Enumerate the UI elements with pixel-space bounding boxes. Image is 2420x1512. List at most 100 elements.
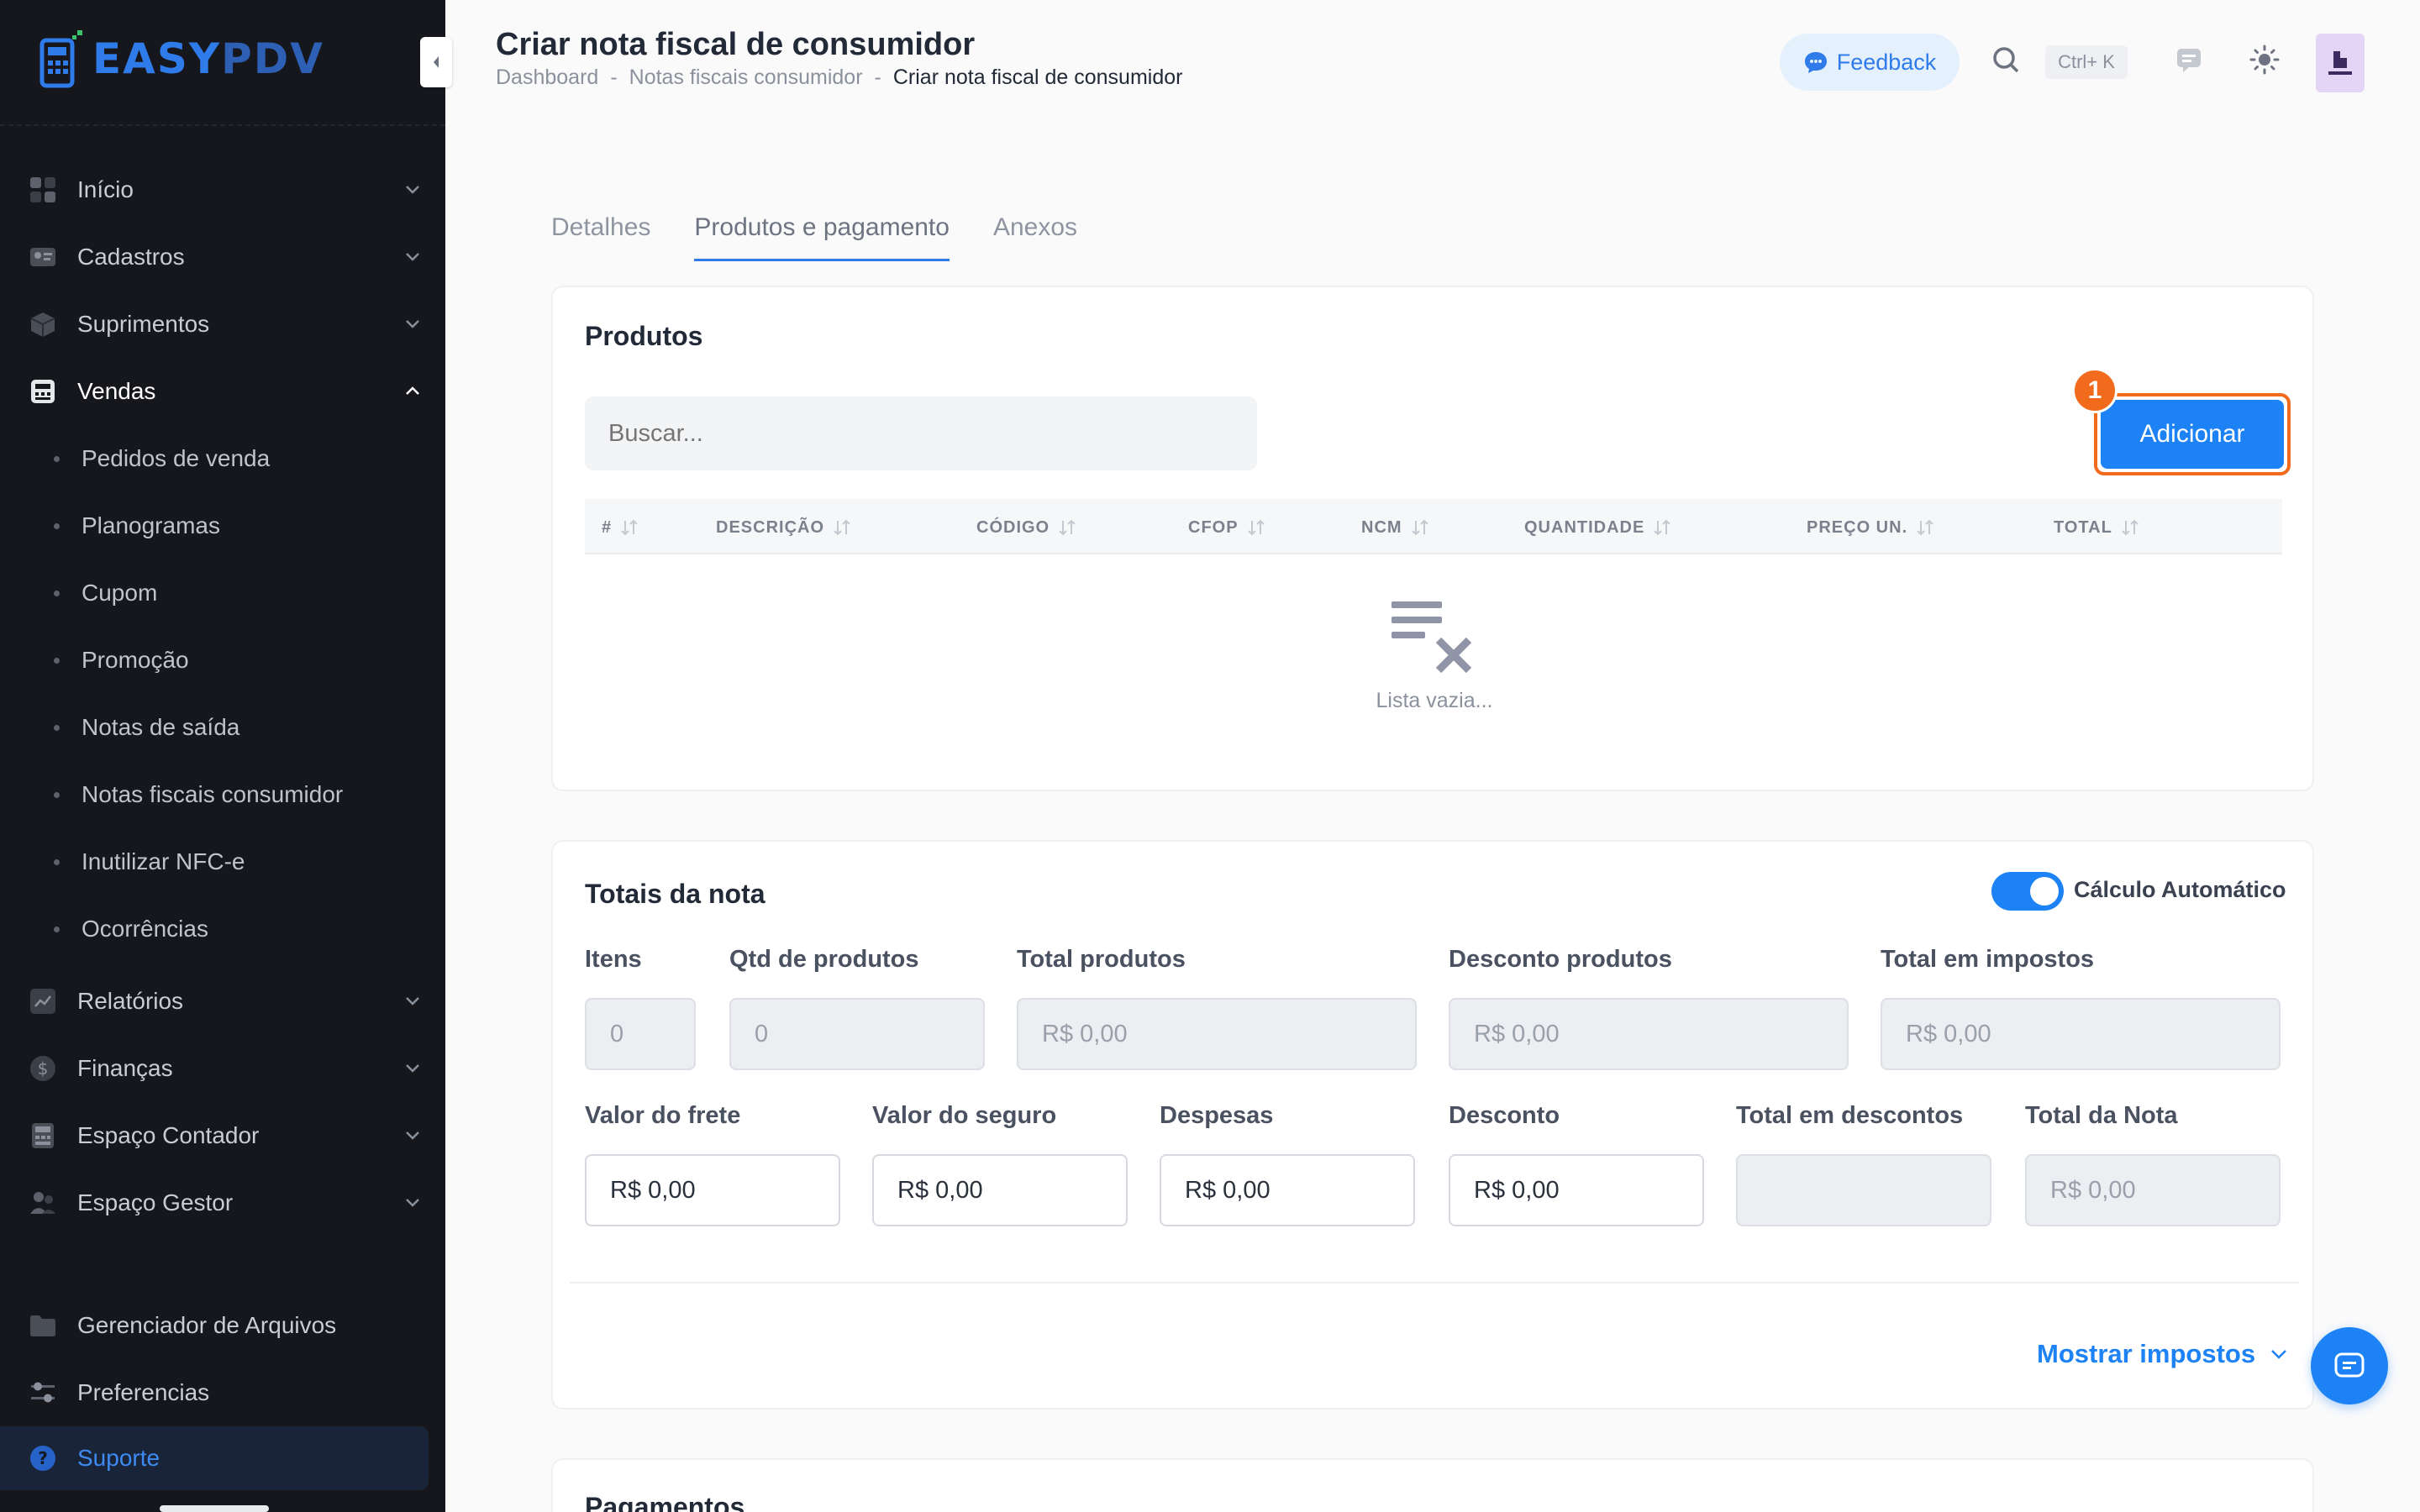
sidebar-scroll-handle[interactable] — [160, 1505, 269, 1512]
sidebar-item-label: Vendas — [77, 378, 156, 404]
breadcrumb: Dashboard - Notas fiscais consumidor - C… — [496, 66, 1182, 90]
sort-icon — [1059, 519, 1076, 536]
sidebar-subitem-cupom[interactable]: Cupom — [0, 559, 445, 627]
column-header-ncm[interactable]: NCM — [1361, 517, 1429, 538]
search-input[interactable] — [585, 396, 1257, 470]
desconto-input[interactable]: R$ 0,00 — [1449, 1154, 1704, 1226]
box-icon — [29, 310, 57, 339]
id-card-icon — [29, 243, 57, 271]
field-label: Despesas — [1160, 1102, 1274, 1129]
bullet-dot — [54, 858, 60, 865]
sidebar-subitem-inutilizar-nfce[interactable]: Inutilizar NFC-e — [0, 828, 445, 895]
field-label: Valor do seguro — [872, 1102, 1057, 1129]
logo-text: EASYPDV — [92, 34, 324, 83]
sidebar-item-vendas[interactable]: Vendas — [0, 358, 445, 425]
valor-seguro-input[interactable]: R$ 0,00 — [872, 1154, 1128, 1226]
sidebar-item-label: Espaço Contador — [77, 1122, 260, 1148]
field-label: Total da Nota — [2025, 1102, 2178, 1129]
sidebar-item-label: Cadastros — [77, 244, 185, 270]
sidebar-item-cadastros[interactable]: Cadastros — [0, 223, 445, 291]
step-badge: 1 — [2072, 368, 2118, 413]
column-header-index[interactable]: # — [602, 517, 639, 538]
sidebar-item-label: Relatórios — [77, 988, 184, 1014]
sidebar-subitem-promocao[interactable]: Promoção — [0, 627, 445, 694]
column-header-quantidade[interactable]: QUANTIDADE — [1524, 517, 1671, 538]
show-taxes-button[interactable]: Mostrar impostos — [2037, 1339, 2289, 1369]
valor-frete-input[interactable]: R$ 0,00 — [585, 1154, 840, 1226]
auto-calc-toggle[interactable] — [1991, 872, 2064, 911]
sidebar-item-gerenciador-de-arquivos[interactable]: Gerenciador de Arquivos — [0, 1292, 445, 1359]
svg-text:?: ? — [38, 1448, 48, 1468]
sidebar-item-label: Início — [77, 176, 134, 202]
breadcrumb-notas-fiscais[interactable]: Notas fiscais consumidor — [629, 66, 863, 90]
sidebar-item-label: Preferencias — [77, 1379, 210, 1405]
qtd-produtos-field: 0 — [729, 998, 985, 1070]
dollar-icon: $ — [29, 1054, 57, 1083]
sidebar-item-relatorios[interactable]: Relatórios — [0, 968, 445, 1035]
totais-card: Totais da nota Cálculo Automático Itens … — [551, 840, 2314, 1410]
svg-text:$: $ — [38, 1058, 49, 1079]
sort-icon — [1247, 519, 1265, 536]
bullet-dot — [54, 657, 60, 664]
sidebar-subitem-planogramas[interactable]: Planogramas — [0, 492, 445, 559]
chevron-down-icon — [406, 1199, 419, 1207]
field-label: Itens — [585, 946, 642, 973]
sidebar-item-financas[interactable]: $ Finanças — [0, 1035, 445, 1102]
feedback-button[interactable]: Feedback — [1780, 34, 1960, 91]
divider — [570, 1282, 2299, 1284]
sidebar-collapse-button[interactable] — [420, 37, 452, 87]
despesas-input[interactable]: R$ 0,00 — [1160, 1154, 1415, 1226]
column-header-cfop[interactable]: CFOP — [1188, 517, 1265, 538]
messages-icon[interactable] — [2175, 45, 2203, 74]
sort-icon — [2122, 519, 2139, 536]
bullet-dot — [54, 926, 60, 932]
sort-icon — [1917, 519, 1933, 536]
section-title: Pagamentos — [585, 1492, 745, 1512]
sidebar-subitem-pedidos-de-venda[interactable]: Pedidos de venda — [0, 425, 445, 492]
breadcrumb-separator: - — [610, 66, 618, 89]
produtos-card: Produtos Adicionar 1 # DESCRIÇÃO CÓDIGO … — [551, 286, 2314, 791]
chevron-down-icon — [406, 1131, 419, 1140]
logo[interactable]: EASYPDV — [39, 29, 324, 89]
bullet-dot — [54, 724, 60, 731]
search-icon[interactable] — [1991, 45, 2022, 76]
sidebar-item-espaco-contador[interactable]: Espaço Contador — [0, 1102, 445, 1169]
field-label: Desconto produtos — [1449, 946, 1672, 973]
column-header-total[interactable]: TOTAL — [2054, 517, 2139, 538]
sidebar-item-inicio[interactable]: Início — [0, 156, 445, 223]
show-taxes-label: Mostrar impostos — [2037, 1339, 2256, 1368]
add-button[interactable]: Adicionar — [2101, 400, 2284, 469]
tab-detalhes[interactable]: Detalhes — [551, 213, 650, 261]
empty-list-message: Lista vazia... — [1376, 689, 1493, 712]
sidebar-subitem-notas-de-saida[interactable]: Notas de saída — [0, 694, 445, 761]
theme-toggle-icon[interactable] — [2249, 44, 2281, 76]
chat-fab-button[interactable] — [2311, 1327, 2388, 1404]
chart-icon — [29, 987, 57, 1016]
sidebar-item-preferencias[interactable]: Preferencias — [0, 1359, 445, 1426]
sidebar-item-espaco-gestor[interactable]: Espaço Gestor — [0, 1169, 445, 1236]
column-header-preco-un[interactable]: PREÇO UN. — [1807, 517, 1934, 538]
breadcrumb-current: Criar nota fiscal de consumidor — [892, 66, 1183, 89]
breadcrumb-dashboard[interactable]: Dashboard — [496, 66, 598, 90]
tab-anexos[interactable]: Anexos — [993, 213, 1077, 261]
column-header-codigo[interactable]: CÓDIGO — [976, 517, 1076, 538]
section-title: Produtos — [585, 321, 703, 351]
help-icon: ? — [29, 1444, 57, 1473]
sidebar-item-suporte[interactable]: ? Suporte — [0, 1426, 429, 1490]
add-button-highlight: Adicionar — [2094, 393, 2291, 475]
column-header-descricao[interactable]: DESCRIÇÃO — [716, 517, 851, 538]
field-label: Qtd de produtos — [729, 946, 919, 973]
sort-icon — [1654, 519, 1671, 536]
tab-produtos-e-pagamento[interactable]: Produtos e pagamento — [694, 213, 950, 261]
sidebar-subitem-ocorrencias[interactable]: Ocorrências — [0, 895, 445, 963]
shortcut-hint: Ctrl+ K — [2045, 45, 2128, 79]
sidebar-item-suprimentos[interactable]: Suprimentos — [0, 291, 445, 358]
section-title: Totais da nota — [585, 879, 765, 909]
sidebar-subitem-notas-fiscais-consumidor[interactable]: Notas fiscais consumidor — [0, 761, 445, 828]
total-nota-field: R$ 0,00 — [2025, 1154, 2281, 1226]
avatar[interactable] — [2316, 34, 2365, 92]
pagamentos-card: Pagamentos — [551, 1458, 2314, 1512]
sidebar-nav: Início Cadastros Suprimentos Vendas Pedi… — [0, 156, 445, 1426]
users-icon — [29, 1189, 57, 1217]
sidebar-divider — [0, 124, 445, 126]
